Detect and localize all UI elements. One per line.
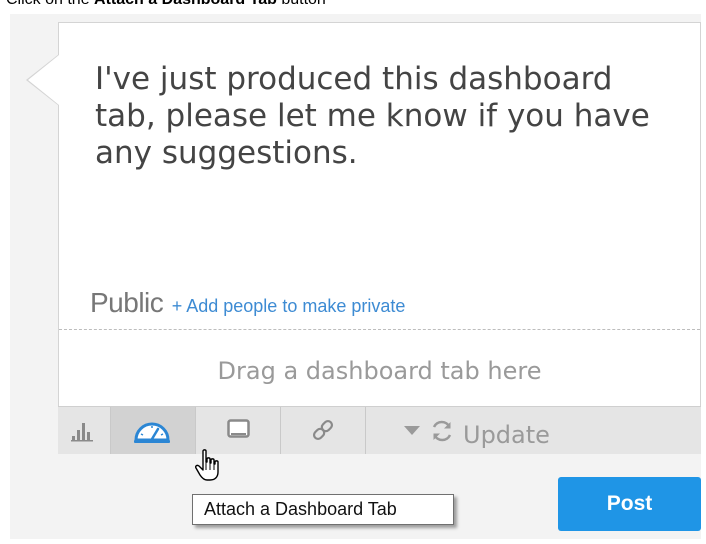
attach-link-button[interactable] — [281, 407, 366, 454]
composer-toolbar — [58, 406, 701, 454]
dashboard-drop-zone[interactable]: Drag a dashboard tab here — [59, 357, 700, 385]
caret-down-icon — [404, 426, 420, 435]
refresh-icon — [432, 420, 452, 442]
message-input[interactable]: I've just produced this dashboard tab, p… — [95, 61, 675, 172]
attach-dashboard-tooltip: Attach a Dashboard Tab — [192, 494, 454, 525]
hand-cursor-icon — [195, 449, 219, 481]
monitor-icon — [227, 419, 250, 438]
bar-chart-icon — [71, 423, 93, 442]
attach-chart-button[interactable] — [58, 407, 111, 454]
divider — [59, 329, 700, 330]
instruction-text: Click on the Attach a Dashboard Tab butt… — [6, 0, 326, 9]
link-icon — [312, 419, 334, 441]
instruction-suffix: button — [277, 0, 326, 8]
attach-dashboard-tab-button[interactable] — [111, 407, 196, 454]
attach-report-button[interactable] — [196, 407, 281, 454]
add-people-link[interactable]: + Add people to make private — [172, 296, 406, 316]
instruction-prefix: Click on the — [6, 0, 94, 8]
update-label: Update — [463, 421, 550, 449]
dashboard-gauge-icon — [134, 422, 170, 443]
instruction-target: Attach a Dashboard Tab — [94, 0, 277, 8]
post-button[interactable]: Post — [558, 477, 701, 531]
visibility-label: Public — [90, 287, 164, 318]
speech-pointer-inner — [28, 55, 59, 105]
visibility-row: Public + Add people to make private — [90, 287, 405, 319]
